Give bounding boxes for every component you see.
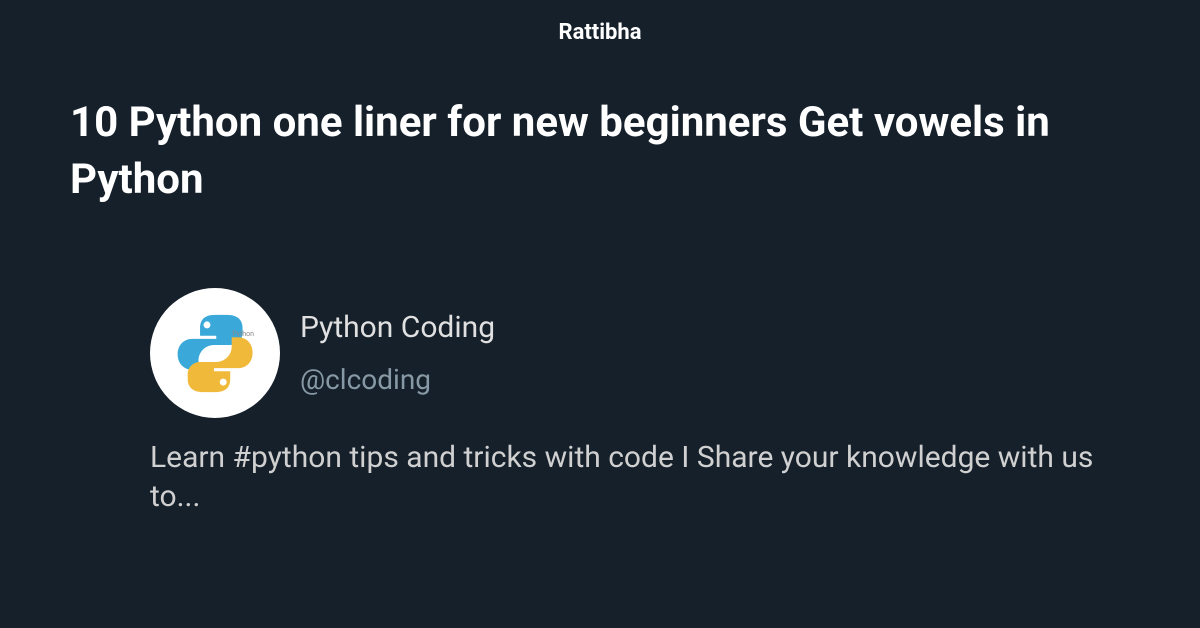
python-label: Python — [232, 330, 254, 338]
avatar: Python — [150, 288, 280, 418]
author-name: Python Coding — [300, 310, 495, 345]
author-description: Learn #python tips and tricks with code … — [150, 438, 1130, 516]
python-logo-icon — [173, 311, 258, 396]
author-info: Python Coding @clcoding — [300, 310, 495, 396]
author-handle: @clcoding — [300, 363, 495, 396]
brand-title: Rattibha — [70, 20, 1130, 45]
post-title: 10 Python one liner for new beginners Ge… — [70, 95, 1130, 208]
author-section: Python Python Coding @clcoding — [150, 288, 1130, 418]
